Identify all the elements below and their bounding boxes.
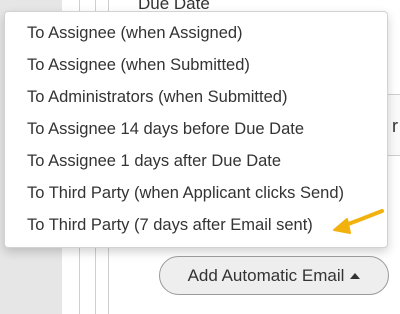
automatic-email-dropdown-menu: To Assignee (when Assigned) To Assignee …	[4, 11, 388, 248]
menu-item-administrators-when-submitted[interactable]: To Administrators (when Submitted)	[5, 81, 387, 113]
menu-item-third-party-7-days-after-email[interactable]: To Third Party (7 days after Email sent)	[5, 209, 387, 241]
menu-item-assignee-when-submitted[interactable]: To Assignee (when Submitted)	[5, 49, 387, 81]
menu-item-assignee-14-days-before-due[interactable]: To Assignee 14 days before Due Date	[5, 113, 387, 145]
menu-item-third-party-when-applicant-sends[interactable]: To Third Party (when Applicant clicks Se…	[5, 177, 387, 209]
add-automatic-email-label: Add Automatic Email	[187, 265, 345, 285]
menu-item-assignee-when-assigned[interactable]: To Assignee (when Assigned)	[5, 17, 387, 49]
caret-up-icon	[350, 273, 361, 279]
add-automatic-email-button[interactable]: Add Automatic Email	[159, 256, 389, 295]
menu-item-assignee-1-day-after-due[interactable]: To Assignee 1 days after Due Date	[5, 145, 387, 177]
